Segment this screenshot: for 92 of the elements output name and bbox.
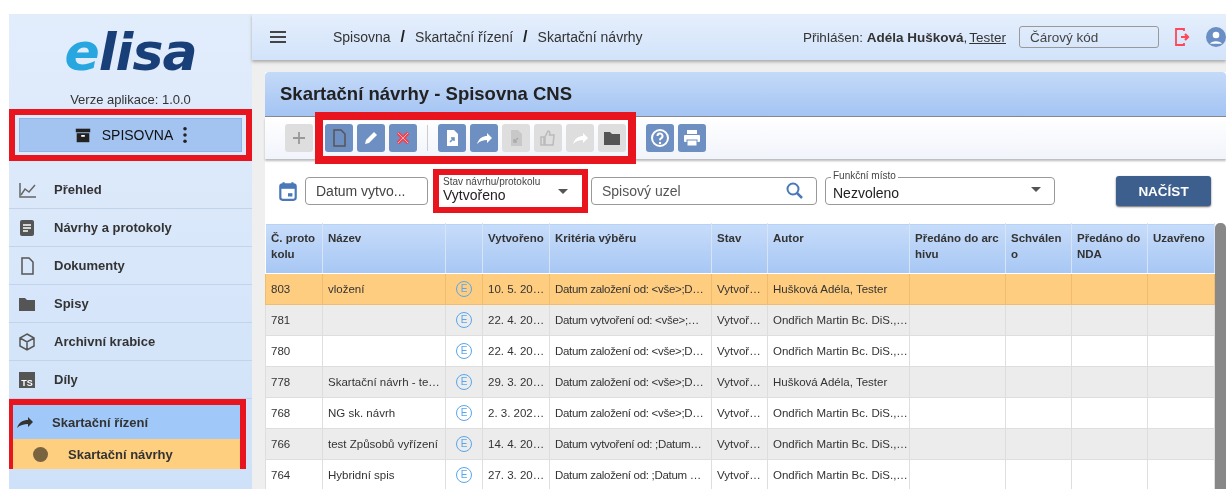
column-header: Uzavřeno bbox=[1147, 223, 1215, 274]
breadcrumb-link[interactable]: Skartační řízení bbox=[415, 29, 514, 45]
logo: elisa bbox=[64, 22, 197, 82]
barcode-field[interactable]: Čárový kód bbox=[1019, 26, 1159, 48]
table-cell: 803 bbox=[271, 283, 291, 295]
thumbs-up-icon bbox=[538, 128, 558, 148]
caret-icon bbox=[1031, 187, 1041, 192]
ts-icon: TS bbox=[19, 371, 35, 388]
table-cell: 2. 3. 202… bbox=[488, 407, 545, 419]
toolbar-button[interactable] bbox=[438, 124, 466, 152]
column-header: Předáno do archivu bbox=[909, 223, 1006, 274]
table-cell: 22. 4. 20… bbox=[488, 314, 545, 326]
table-cell: Hybridní spis bbox=[328, 469, 395, 481]
column-header: Č. protokolu bbox=[265, 223, 323, 274]
dot-icon bbox=[33, 446, 48, 462]
caret-icon bbox=[558, 189, 568, 194]
table-cell: test Způsobů vyřízení bbox=[328, 438, 438, 450]
table-cell: Vytvoř… bbox=[717, 345, 761, 357]
table-cell: Datum založení od: <vše>;D… bbox=[555, 407, 704, 419]
table-cell: Datum založení od: <vše>;D… bbox=[555, 376, 704, 388]
sidebar-subitem[interactable]: Skartační návrhy bbox=[13, 439, 240, 469]
table-cell: Ondřich Martin Bc. DiS.,… bbox=[773, 345, 908, 357]
more-icon bbox=[183, 127, 188, 143]
place-dropdown[interactable]: Funkční místo Nezvoleno bbox=[825, 169, 1055, 205]
table-cell: Skartační návrh - te… bbox=[328, 376, 440, 388]
table-cell: Vytvoř… bbox=[717, 314, 761, 326]
column-header: Název bbox=[322, 223, 446, 274]
archive-icon bbox=[73, 126, 92, 144]
column-header: Autor bbox=[767, 223, 910, 274]
help-icon bbox=[650, 128, 670, 148]
version-text: Verze aplikace: 1.0.0 bbox=[70, 92, 191, 107]
sidebar-item[interactable]: Skartační řízení bbox=[13, 405, 240, 439]
table-cell: Ondřich Martin Bc. DiS.,… bbox=[773, 314, 908, 326]
toolbar-button[interactable] bbox=[357, 124, 385, 152]
sidebar-item[interactable]: Dokumenty bbox=[9, 247, 252, 285]
table-cell: Ondřich Martin Bc. DiS.,… bbox=[773, 438, 908, 450]
table-cell: 766 bbox=[271, 438, 291, 450]
breadcrumb-link[interactable]: Spisovna bbox=[333, 29, 391, 45]
sidebar-item[interactable]: TS Díly bbox=[9, 361, 252, 399]
table-cell: Datum vytvoření od: <vše>;… bbox=[555, 314, 700, 326]
table-cell: Hušková Adéla, Tester bbox=[773, 283, 888, 295]
search-field[interactable]: Spisový uzel bbox=[591, 177, 817, 205]
table-cell: Datum vytvoření od: ;Datum… bbox=[555, 438, 702, 450]
table-cell: 22. 4. 20… bbox=[488, 345, 545, 357]
table-cell: 10. 5. 20… bbox=[488, 283, 545, 295]
table-cell: 29. 3. 20… bbox=[488, 376, 545, 388]
table-cell: Vytvoř… bbox=[717, 438, 761, 450]
toolbar-button[interactable] bbox=[470, 124, 498, 152]
section-button[interactable]: SPISOVNA bbox=[19, 118, 242, 152]
sidebar-item[interactable]: Návrhy a protokoly bbox=[9, 209, 252, 247]
table-cell: Datum založení od: <vše>;D… bbox=[555, 283, 704, 295]
column-header: Schváleno bbox=[1005, 223, 1072, 274]
login-text: Přihlášen: Adéla Hušková, bbox=[802, 29, 968, 45]
breadcrumb-separator: / bbox=[523, 28, 528, 46]
table-cell: Ondřich Martin Bc. DiS.,… bbox=[773, 469, 908, 481]
printer-icon bbox=[682, 128, 702, 148]
table-cell: Vytvoř… bbox=[717, 376, 761, 388]
table-cell: 764 bbox=[271, 469, 291, 481]
column-header: Stav bbox=[711, 223, 768, 274]
table-cell: 27. 3. 20… bbox=[488, 469, 545, 481]
table-cell: Hušková Adéla, Tester bbox=[773, 376, 888, 388]
date-field[interactable]: Datum vytvo... bbox=[305, 177, 428, 205]
column-header: Vytvořeno bbox=[482, 223, 550, 274]
scrollbar[interactable] bbox=[1215, 223, 1226, 489]
sidebar-item[interactable]: Archivní krabice bbox=[9, 323, 252, 361]
table-cell: 781 bbox=[271, 314, 291, 326]
column-header: Kritéria výběru bbox=[549, 223, 712, 274]
table-cell: Ondřich Martin Bc. DiS.,… bbox=[773, 407, 908, 419]
table-cell: Vytvoř… bbox=[717, 469, 761, 481]
table-cell: 768 bbox=[271, 407, 291, 419]
table-cell: vložení bbox=[328, 283, 365, 295]
panel-title: Skartační návrhy - Spisovna CNS bbox=[265, 72, 1226, 117]
table-cell: Vytvoř… bbox=[717, 283, 761, 295]
table-cell: Datum založení od: ;Datum … bbox=[555, 469, 701, 481]
table-cell: 14. 4. 20… bbox=[488, 438, 545, 450]
table-cell: 778 bbox=[271, 376, 291, 388]
breadcrumb-separator: / bbox=[400, 28, 406, 46]
document-icon bbox=[17, 217, 37, 238]
column-header: Předáno do NDA bbox=[1071, 223, 1148, 274]
box-icon bbox=[17, 331, 37, 352]
table-cell: Vytvoř… bbox=[717, 407, 761, 419]
user-link[interactable]: Tester bbox=[969, 29, 1006, 45]
toolbar-button[interactable] bbox=[678, 124, 706, 152]
breadcrumb-link[interactable]: Skartační návrhy bbox=[537, 29, 643, 45]
table-cell: NG sk. návrh bbox=[328, 407, 396, 419]
table-cell: 780 bbox=[271, 345, 291, 357]
table-cell: Datum založení od: <vše>;D… bbox=[555, 345, 704, 357]
sidebar-item[interactable]: Spisy bbox=[9, 285, 252, 323]
load-button[interactable]: NAČÍST bbox=[1116, 176, 1211, 206]
calendar-icon bbox=[277, 180, 299, 202]
toolbar-button[interactable] bbox=[646, 124, 674, 152]
search-icon bbox=[785, 181, 805, 201]
